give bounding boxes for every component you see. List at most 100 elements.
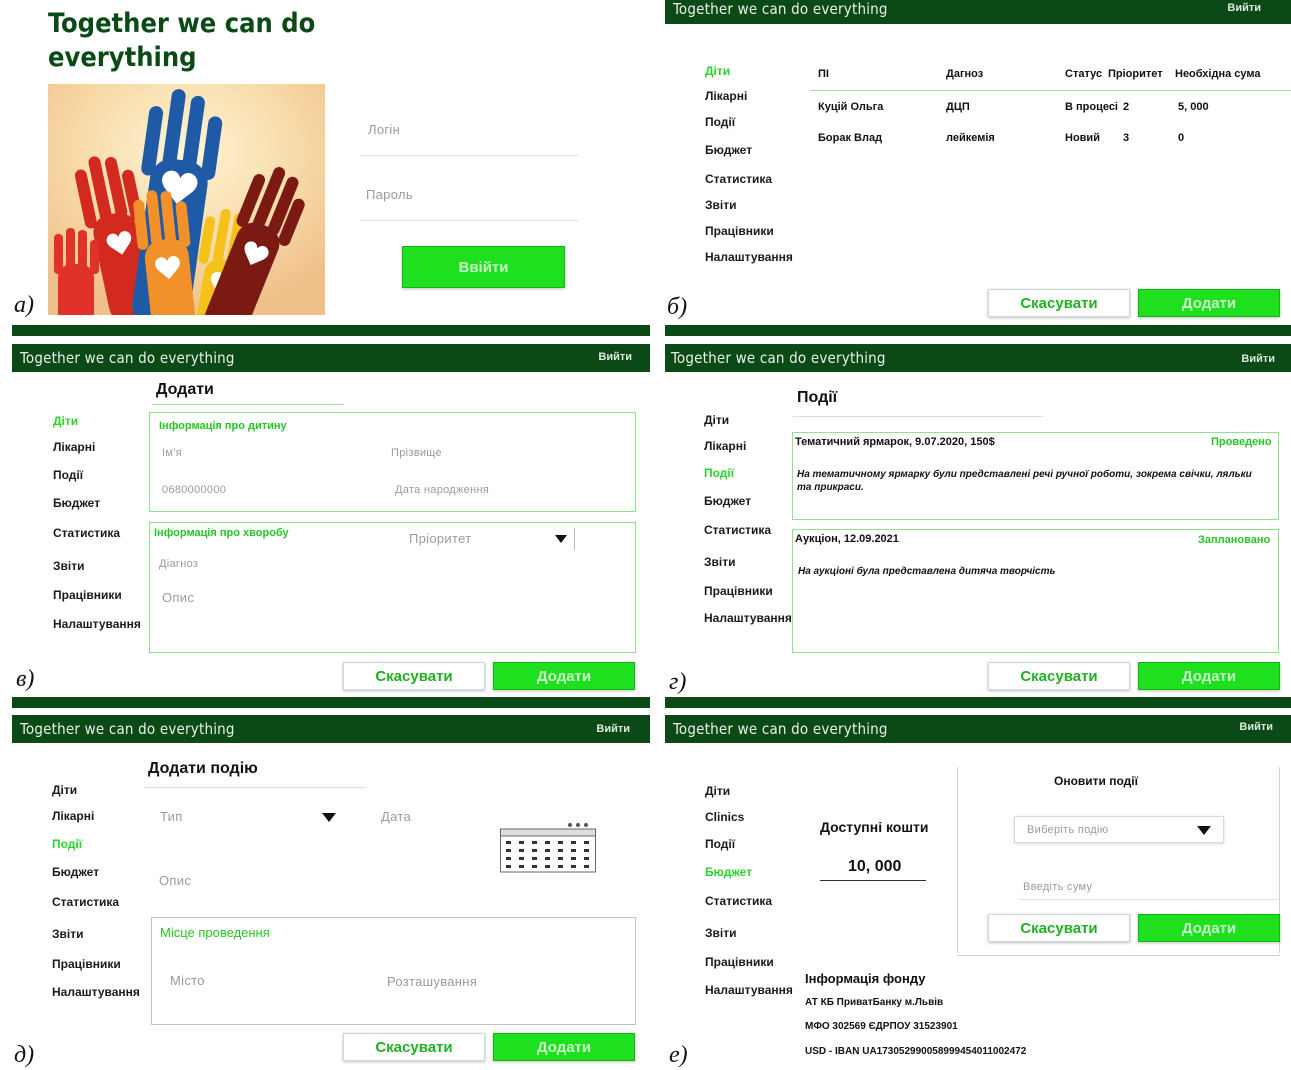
separator xyxy=(12,697,650,708)
nav-reports[interactable]: Звіти xyxy=(52,927,83,941)
birth-date-input[interactable]: Дата народження xyxy=(395,484,489,496)
logout-link[interactable]: Вийти xyxy=(598,351,632,363)
nav-stats[interactable]: Статистика xyxy=(52,895,119,909)
phone-input[interactable]: 0680000000 xyxy=(162,484,226,496)
nav-settings[interactable]: Налаштування xyxy=(704,611,792,625)
nav-settings[interactable]: Налаштування xyxy=(705,983,793,997)
nav-hospitals[interactable]: Лікарні xyxy=(52,809,94,823)
nav-children[interactable]: Діти xyxy=(705,784,730,798)
add-button[interactable]: Додати xyxy=(1138,662,1280,690)
add-button[interactable]: Додати xyxy=(493,1033,635,1061)
logout-link[interactable]: Вийти xyxy=(1241,353,1275,365)
event-description: На тематичному ярмарку були представлені… xyxy=(797,469,1252,493)
login-input[interactable]: Логін xyxy=(368,122,400,137)
first-name-input[interactable]: Ім'я xyxy=(162,447,182,459)
app-title: Together we can do everything xyxy=(20,720,235,738)
nav-workers[interactable]: Працівники xyxy=(705,224,774,238)
password-input[interactable]: Пароль xyxy=(366,187,413,202)
top-bar: Together we can do everything Вийти xyxy=(665,715,1291,743)
caption-f: е) xyxy=(669,1042,688,1068)
city-input[interactable]: Місто xyxy=(170,973,205,988)
top-bar: Together we can do everything Вийти xyxy=(665,344,1291,372)
separator xyxy=(665,697,1291,708)
cancel-button[interactable]: Скасувати xyxy=(343,662,485,690)
logout-link[interactable]: Вийти xyxy=(1227,2,1261,14)
nav-events[interactable]: Події xyxy=(52,837,82,851)
nav-events[interactable]: Події xyxy=(704,466,734,480)
event-card[interactable] xyxy=(792,529,1279,653)
nav-budget[interactable]: Бюджет xyxy=(53,496,100,510)
app-title: Together we can do everything xyxy=(673,720,888,738)
separator xyxy=(665,325,1291,336)
nav-hospitals[interactable]: Лікарні xyxy=(704,439,746,453)
type-select[interactable]: Тип xyxy=(160,809,183,824)
nav-clinics[interactable]: Clinics xyxy=(705,810,744,824)
nav-workers[interactable]: Працівники xyxy=(52,957,121,971)
nav-children[interactable]: Діти xyxy=(705,64,730,78)
date-input[interactable]: Дата xyxy=(381,809,411,824)
login-button[interactable]: Ввійти xyxy=(402,246,565,288)
table-cell: лейкемія xyxy=(946,132,995,144)
table-cell: 0 xyxy=(1178,132,1185,144)
nav-stats[interactable]: Статистика xyxy=(704,523,771,537)
cancel-button[interactable]: Скасувати xyxy=(988,289,1130,317)
event-status: Проведено xyxy=(1211,436,1272,448)
nav-events[interactable]: Події xyxy=(53,468,83,482)
nav-settings[interactable]: Налаштування xyxy=(705,250,793,264)
chevron-down-icon[interactable] xyxy=(555,535,567,543)
nav-children[interactable]: Діти xyxy=(52,783,77,797)
nav-reports[interactable]: Звіти xyxy=(704,555,735,569)
cancel-button[interactable]: Скасувати xyxy=(988,662,1130,690)
table-cell[interactable]: Борак Влад xyxy=(818,132,882,144)
description-input[interactable]: Опис xyxy=(159,873,191,888)
col-header-name: ПІ xyxy=(818,68,829,80)
calendar-icon[interactable] xyxy=(500,821,596,873)
nav-budget[interactable]: Бюджет xyxy=(704,494,751,508)
last-name-input[interactable]: Прізвище xyxy=(391,447,442,459)
caption-e: д) xyxy=(14,1042,35,1068)
cancel-button[interactable]: Скасувати xyxy=(343,1033,485,1061)
nav-settings[interactable]: Налаштування xyxy=(52,985,140,999)
add-button[interactable]: Додати xyxy=(1138,914,1280,942)
login-underline xyxy=(360,155,578,156)
nav-hospitals[interactable]: Лікарні xyxy=(53,440,95,454)
priority-select[interactable]: Пріоритет xyxy=(409,531,471,546)
nav-events[interactable]: Події xyxy=(705,115,735,129)
event-description: На аукціоні була представлена дитяча тво… xyxy=(798,566,1056,577)
location-input[interactable]: Розташування xyxy=(387,974,477,989)
nav-settings[interactable]: Налаштування xyxy=(53,617,141,631)
nav-reports[interactable]: Звіти xyxy=(705,198,736,212)
nav-children[interactable]: Діти xyxy=(53,414,78,428)
page-title: Додати подію xyxy=(148,760,258,777)
diagnosis-input[interactable]: Діагноз xyxy=(159,558,198,570)
nav-reports[interactable]: Звіти xyxy=(705,926,736,940)
nav-workers[interactable]: Працівники xyxy=(705,955,774,969)
nav-budget[interactable]: Бюджет xyxy=(705,865,752,879)
nav-hospitals[interactable]: Лікарні xyxy=(705,89,747,103)
table-cell[interactable]: Куцій Ольга xyxy=(818,101,883,113)
cancel-button[interactable]: Скасувати xyxy=(988,914,1130,942)
add-button[interactable]: Додати xyxy=(493,662,635,690)
nav-reports[interactable]: Звіти xyxy=(53,559,84,573)
available-funds-label: Доступні кошти xyxy=(820,819,929,835)
add-button[interactable]: Додати xyxy=(1138,289,1280,317)
nav-workers[interactable]: Працівники xyxy=(53,588,122,602)
nav-workers[interactable]: Працівники xyxy=(704,584,773,598)
chevron-down-icon[interactable] xyxy=(1197,826,1211,835)
description-input[interactable]: Опис xyxy=(162,590,194,605)
nav-budget[interactable]: Бюджет xyxy=(705,143,752,157)
nav-stats[interactable]: Статистика xyxy=(705,894,772,908)
event-status: Заплановано xyxy=(1198,534,1271,546)
logout-link[interactable]: Вийти xyxy=(596,723,630,735)
children-list-panel: Together we can do everything Вийти Діти… xyxy=(665,0,1291,325)
logout-link[interactable]: Вийти xyxy=(1239,721,1273,733)
nav-stats[interactable]: Статистика xyxy=(705,172,772,186)
nav-stats[interactable]: Статистика xyxy=(53,526,120,540)
col-header-amount: Необхідна сума xyxy=(1175,68,1261,80)
chevron-down-icon[interactable] xyxy=(322,813,336,822)
nav-budget[interactable]: Бюджет xyxy=(52,865,99,879)
amount-input[interactable]: Введіть суму xyxy=(1023,881,1092,893)
nav-children[interactable]: Діти xyxy=(704,413,729,427)
nav-events[interactable]: Події xyxy=(705,837,735,851)
table-header-line xyxy=(810,90,1291,91)
